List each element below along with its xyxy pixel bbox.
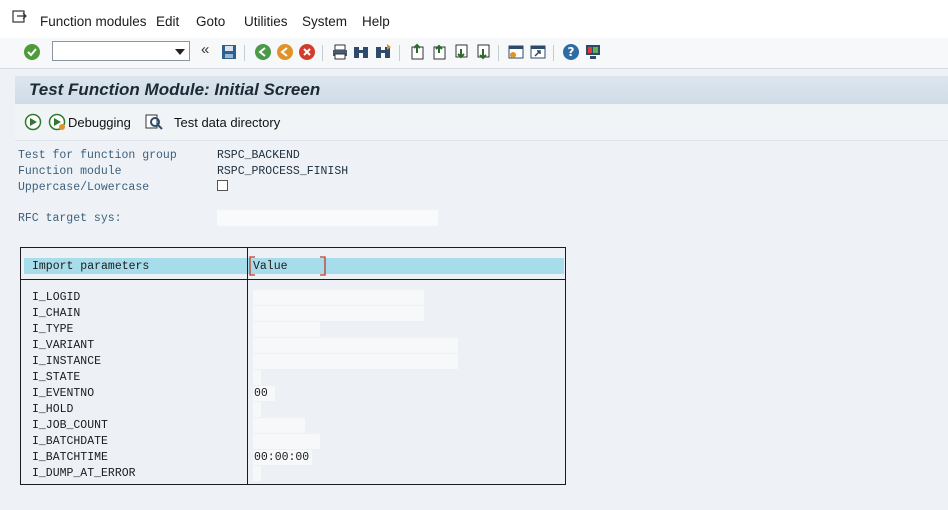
execute-icon[interactable] — [24, 113, 42, 131]
uppercase-lowercase-label: Uppercase/Lowercase — [18, 181, 150, 194]
debugging-label: Debugging — [68, 115, 131, 130]
menu-function-modules[interactable]: Function modules — [40, 14, 147, 29]
value-field-i-type[interactable] — [253, 322, 320, 337]
magnifier-icon — [145, 114, 163, 130]
value-field-i-dump-at-error[interactable] — [253, 466, 261, 481]
layout-icon[interactable] — [584, 43, 602, 61]
page-title: Test Function Module: Initial Screen — [29, 80, 321, 99]
param-name: I_STATE — [32, 371, 81, 384]
test-data-directory-label: Test data directory — [174, 115, 281, 130]
param-name: I_HOLD — [32, 403, 74, 416]
param-name: I_JOB_COUNT — [32, 419, 108, 432]
value-field-i-state[interactable] — [253, 370, 261, 385]
param-name: I_VARIANT — [32, 339, 95, 352]
menu-goto[interactable]: Goto — [196, 14, 225, 29]
param-name: I_BATCHDATE — [32, 435, 108, 448]
param-name: I_EVENTNO — [32, 387, 95, 400]
function-group-label: Test for function group — [18, 149, 177, 162]
value-field-i-batchdate[interactable] — [253, 434, 320, 449]
system-menu-icon[interactable] — [12, 10, 28, 24]
param-name: I_INSTANCE — [32, 355, 102, 368]
param-name: I_TYPE — [32, 323, 74, 336]
value-field-i-job-count[interactable] — [253, 418, 305, 433]
command-input[interactable] — [55, 43, 169, 60]
rfc-target-label: RFC target sys: — [18, 212, 122, 225]
param-name: I_DUMP_AT_ERROR — [32, 467, 136, 480]
function-group-value: RSPC_BACKEND — [217, 149, 300, 162]
menu-edit[interactable]: Edit — [156, 14, 179, 29]
function-module-label: Function module — [18, 165, 122, 178]
back-arrows-icon[interactable]: « — [201, 41, 209, 58]
menu-system[interactable]: System — [302, 14, 347, 29]
debugging-button[interactable]: Debugging — [48, 113, 132, 133]
command-field[interactable] — [52, 41, 190, 61]
menu-utilities[interactable]: Utilities — [244, 14, 288, 29]
param-value: 00:00:00 — [254, 451, 310, 464]
find-icon[interactable] — [352, 43, 370, 61]
param-value: 00 — [254, 387, 268, 400]
find-next-icon[interactable] — [374, 43, 392, 61]
next-page-icon[interactable] — [452, 43, 470, 61]
chevron-down-icon[interactable] — [175, 49, 185, 55]
menu-help[interactable]: Help — [362, 14, 390, 29]
value-field-i-logid[interactable] — [253, 290, 424, 305]
create-session-icon[interactable] — [507, 43, 525, 61]
function-module-value: RSPC_PROCESS_FINISH — [217, 165, 349, 178]
uppercase-lowercase-checkbox[interactable] — [217, 180, 228, 191]
import-parameters-table: Import parameters Value I_LOGID I_CHAIN … — [20, 247, 566, 485]
previous-page-icon[interactable] — [430, 43, 448, 61]
title-bar: Test Function Module: Initial Screen — [15, 76, 948, 104]
enter-icon[interactable] — [23, 43, 41, 61]
header-import-parameters: Import parameters — [32, 260, 150, 273]
param-name: I_BATCHTIME — [32, 451, 108, 464]
last-page-icon[interactable] — [474, 43, 492, 61]
first-page-icon[interactable] — [408, 43, 426, 61]
value-field-i-chain[interactable] — [253, 306, 424, 321]
debug-icon — [48, 113, 66, 131]
value-field-i-hold[interactable] — [253, 402, 261, 417]
cancel-icon[interactable] — [298, 43, 316, 61]
svg-text:?: ? — [568, 45, 575, 59]
param-name: I_LOGID — [32, 291, 81, 304]
print-icon[interactable] — [331, 43, 349, 61]
cell-focus-brackets — [249, 256, 326, 276]
test-data-directory-button[interactable]: Test data directory — [145, 113, 285, 133]
shortcut-icon[interactable] — [529, 43, 547, 61]
exit-icon[interactable] — [276, 43, 294, 61]
rfc-target-input[interactable] — [217, 210, 438, 226]
menu-bar: Function modules Edit Goto Utilities Sys… — [0, 0, 948, 39]
save-icon[interactable] — [220, 43, 238, 61]
help-icon[interactable]: ? — [562, 43, 580, 61]
back-icon[interactable] — [254, 43, 272, 61]
param-name: I_CHAIN — [32, 307, 81, 320]
value-field-i-instance[interactable] — [253, 354, 458, 369]
value-field-i-variant[interactable] — [253, 338, 458, 353]
